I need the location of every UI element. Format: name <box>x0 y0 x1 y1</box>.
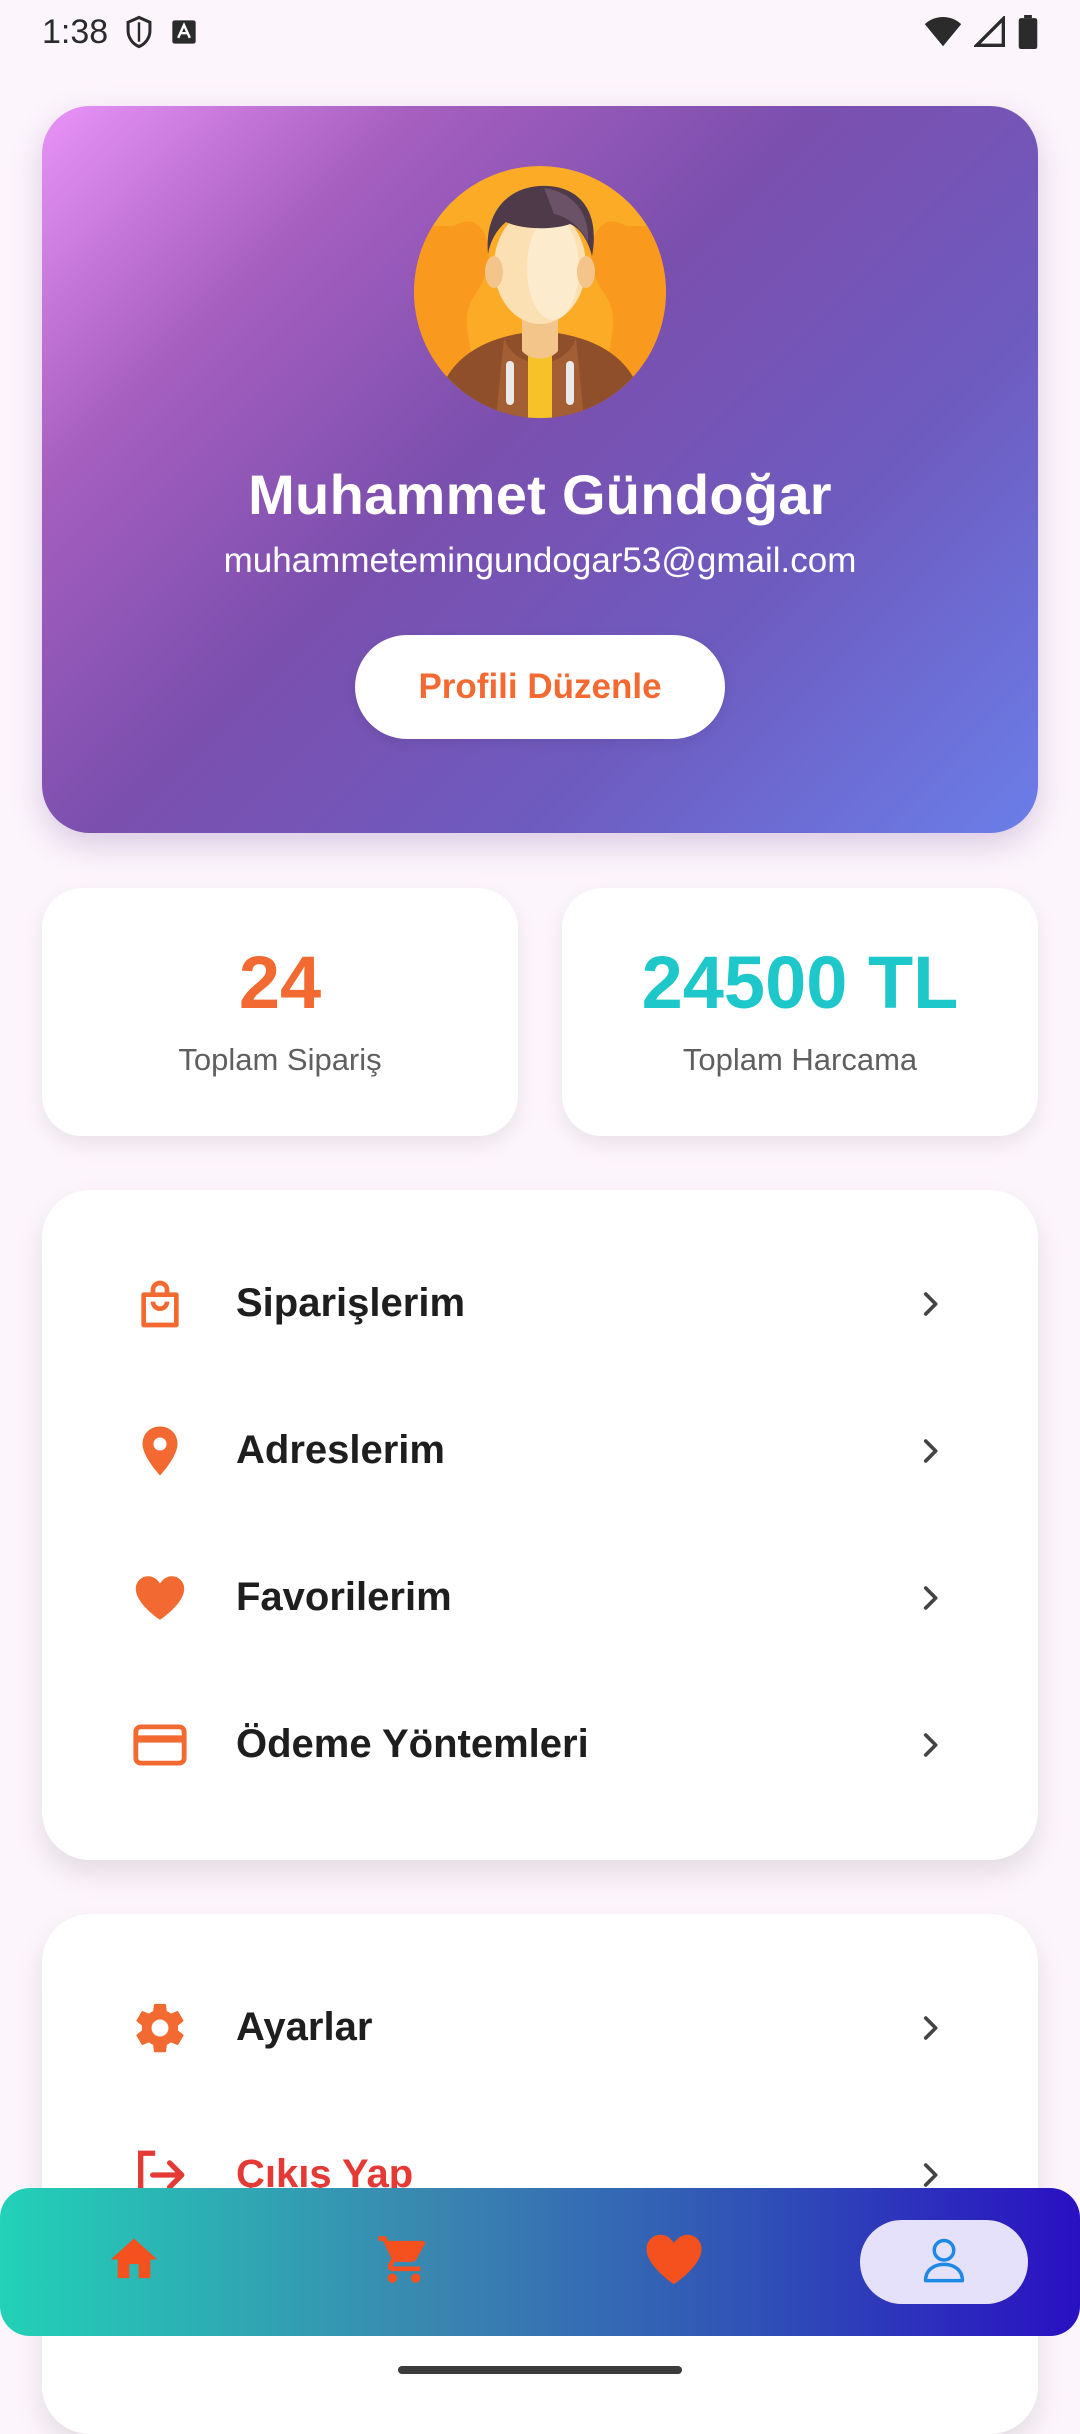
menu-item-label: Favorilerim <box>236 1575 452 1619</box>
menu-item-label: Siparişlerim <box>236 1281 466 1325</box>
battery-icon <box>1018 15 1038 49</box>
avatar[interactable] <box>414 166 666 418</box>
nav-profile-button[interactable] <box>860 2220 1028 2304</box>
menu-item-favorites[interactable]: Favorilerim <box>42 1524 1038 1671</box>
gear-icon <box>130 1998 190 2058</box>
chevron-right-icon <box>910 1578 950 1618</box>
profile-name: Muhammet Gündoğar <box>248 463 832 526</box>
home-indicator[interactable] <box>398 2366 682 2374</box>
menu-item-payment-methods[interactable]: Ödeme Yöntemleri <box>42 1671 1038 1818</box>
total-spending-label: Toplam Harcama <box>682 1042 918 1077</box>
signal-icon <box>974 16 1006 48</box>
shield-icon <box>124 15 154 49</box>
wifi-icon <box>924 16 962 48</box>
person-icon <box>918 2234 970 2291</box>
location-pin-icon <box>130 1421 190 1481</box>
nav-favorites-button[interactable] <box>641 2227 707 2298</box>
heart-icon <box>641 2227 707 2298</box>
shopping-bag-icon <box>130 1274 190 1334</box>
home-icon <box>106 2232 162 2293</box>
profile-header-card: Muhammet Gündoğar muhammetemingundogar53… <box>42 106 1038 833</box>
status-bar: 1:38 <box>0 0 1080 64</box>
nav-home-button[interactable] <box>106 2232 162 2293</box>
bottom-navigation-bar <box>0 2188 1080 2336</box>
nav-cart-button[interactable] <box>376 2232 432 2293</box>
chevron-right-icon <box>910 1284 950 1324</box>
menu-item-label: Ayarlar <box>236 2005 373 2049</box>
menu-item-label: Adreslerim <box>236 1428 445 1472</box>
chevron-right-icon <box>910 1431 950 1471</box>
chevron-right-icon <box>910 2008 950 2048</box>
chevron-right-icon <box>910 1725 950 1765</box>
account-menu-card: Siparişlerim Adreslerim Favorilerim Ödem… <box>42 1190 1038 1860</box>
settings-menu-card: Ayarlar Çıkış Yap <box>42 1914 1038 2434</box>
keyboard-a-icon <box>170 18 198 46</box>
menu-item-settings[interactable]: Ayarlar <box>42 1954 1038 2101</box>
total-spending-card: 24500 TL Toplam Harcama <box>562 888 1038 1136</box>
total-orders-value: 24 <box>238 941 322 1024</box>
profile-email: muhammetemingundogar53@gmail.com <box>223 541 857 580</box>
cart-icon <box>376 2232 432 2293</box>
menu-item-addresses[interactable]: Adreslerim <box>42 1377 1038 1524</box>
menu-item-orders[interactable]: Siparişlerim <box>42 1230 1038 1377</box>
status-time: 1:38 <box>42 12 109 51</box>
total-spending-value: 24500 TL <box>641 941 959 1024</box>
total-orders-label: Toplam Sipariş <box>178 1042 382 1077</box>
credit-card-icon <box>130 1715 190 1775</box>
menu-item-label: Ödeme Yöntemleri <box>236 1722 589 1766</box>
edit-profile-button[interactable]: Profili Düzenle <box>355 635 725 739</box>
heart-icon <box>130 1568 190 1628</box>
total-orders-card: 24 Toplam Sipariş <box>42 888 518 1136</box>
